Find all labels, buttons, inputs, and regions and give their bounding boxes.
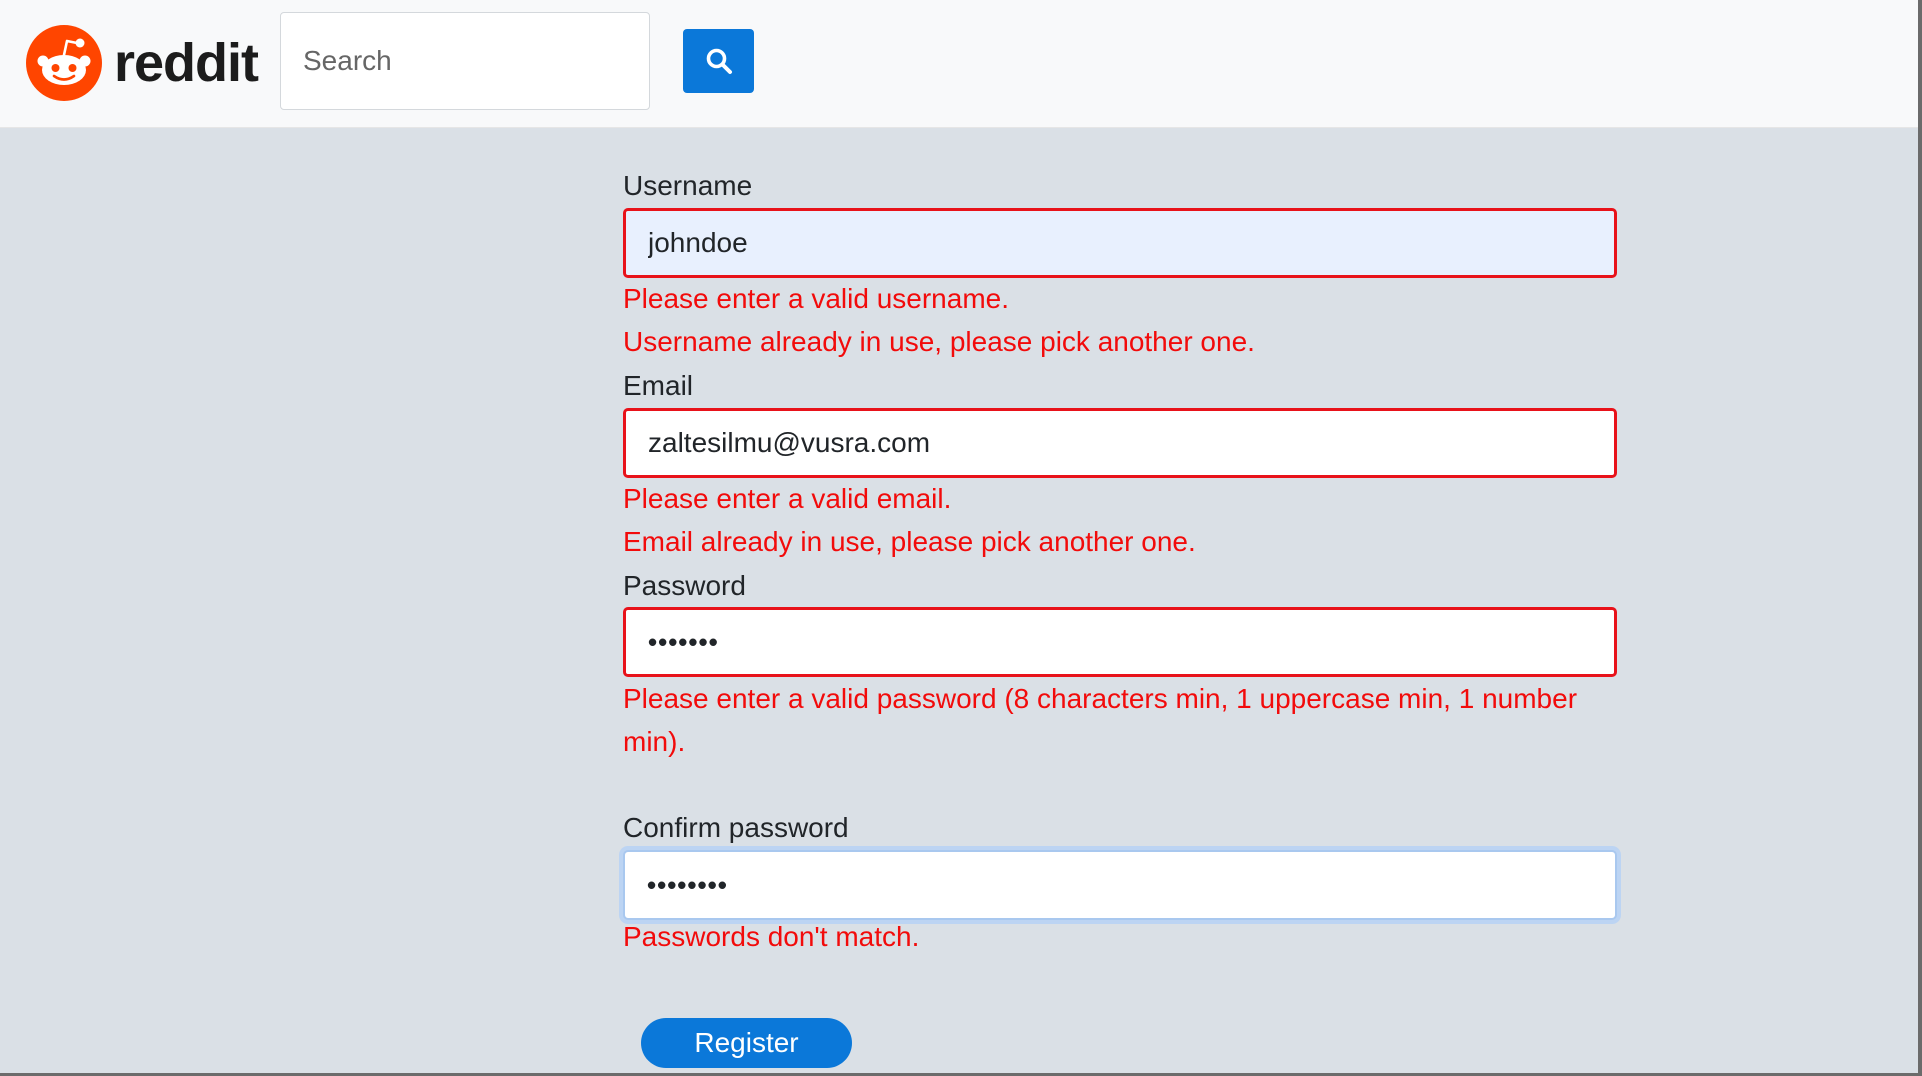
confirm-password-field[interactable]	[623, 850, 1617, 920]
email-error-invalid: Please enter a valid email.	[623, 483, 952, 514]
username-error-invalid: Please enter a valid username.	[623, 283, 1009, 314]
top-header: reddit	[0, 0, 1922, 128]
password-label: Password	[623, 570, 746, 601]
search-input[interactable]	[280, 12, 650, 110]
username-field[interactable]	[623, 208, 1617, 278]
register-button[interactable]: Register	[641, 1018, 852, 1068]
confirm-password-error-mismatch: Passwords don't match.	[623, 921, 920, 952]
password-field[interactable]	[623, 607, 1617, 677]
search-button[interactable]	[683, 29, 754, 93]
email-label: Email	[623, 370, 694, 401]
email-error-taken: Email already in use, please pick anothe…	[623, 526, 1196, 557]
logo-wordmark: reddit	[114, 33, 259, 93]
reddit-alien-icon	[26, 25, 102, 101]
confirm-password-label: Confirm password	[623, 812, 849, 843]
username-label: Username	[623, 170, 753, 201]
reddit-logo[interactable]: reddit	[26, 24, 259, 102]
search-icon	[706, 48, 732, 74]
email-field[interactable]	[623, 408, 1617, 478]
username-error-taken: Username already in use, please pick ano…	[623, 326, 1255, 357]
password-error-invalid: Please enter a valid password (8 charact…	[623, 683, 1578, 757]
window-right-border	[1918, 0, 1922, 1076]
